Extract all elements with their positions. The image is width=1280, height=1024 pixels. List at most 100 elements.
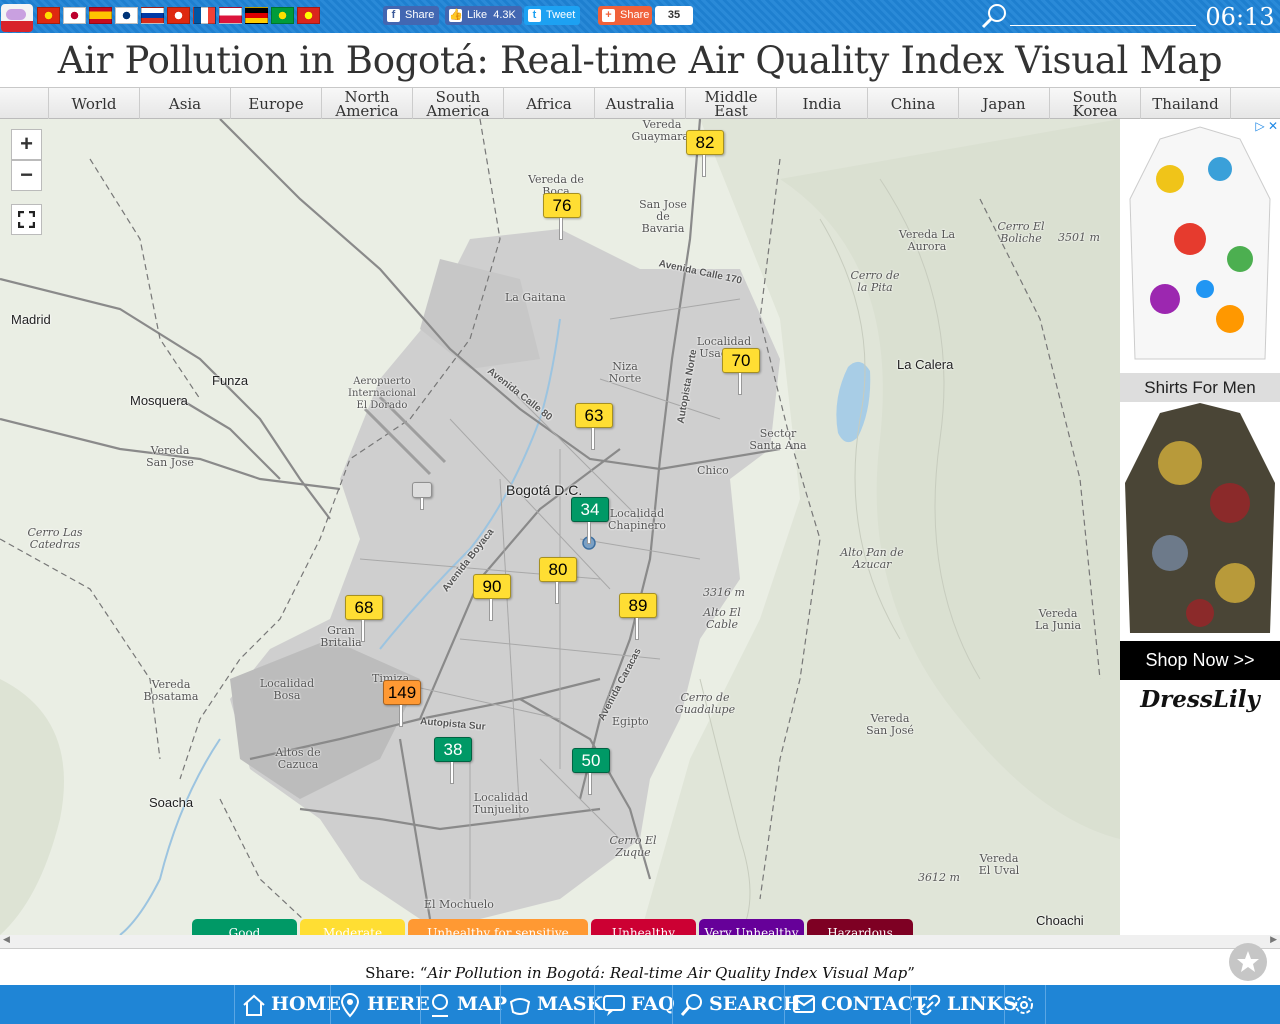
place-label-sector-santa-ana: Sector Santa Ana (749, 427, 807, 452)
poland-flag[interactable] (219, 7, 242, 24)
brazil-flag[interactable] (271, 7, 294, 24)
region-tab-north-america[interactable]: North America (321, 88, 412, 119)
france-flag[interactable] (193, 7, 216, 24)
region-tab-china[interactable]: China (867, 88, 958, 119)
ad-banner[interactable]: ▷ ✕ Shirts For Men Shop Now >> DressLily (1120, 119, 1280, 719)
place-label-localidad-bosa: Localidad Bosa (259, 677, 315, 702)
nav-home[interactable]: HOME (234, 985, 341, 1024)
place-label-funza: Funza (212, 373, 249, 388)
place-label-localidad-chapinero: Localidad Chapinero (607, 507, 667, 532)
nav-contact[interactable]: CONTACT (784, 985, 927, 1024)
germany-flag[interactable] (245, 7, 268, 24)
bottom-nav: HOME HERE MAP MASK FAQ SEARCH CONTACT LI… (0, 985, 1280, 1024)
ad-product-title: Shirts For Men (1120, 373, 1280, 402)
nav-mask[interactable]: MASK (500, 985, 603, 1024)
place-label-aeropuerto: Aeropuerto Internacional El Dorado (348, 376, 416, 411)
russia-flag[interactable] (141, 7, 164, 24)
region-tab-japan[interactable]: Japan (958, 88, 1049, 119)
top-bar: f Share 👍 Like 4.3K t Tweet + Share 35 06:13 (0, 0, 1280, 33)
japan-flag[interactable] (63, 7, 86, 24)
ad-shop-now-button[interactable]: Shop Now >> (1120, 641, 1280, 680)
region-tab-india[interactable]: India (776, 88, 867, 119)
station-marker[interactable]: 38 (434, 737, 472, 787)
station-marker[interactable]: 68 (345, 595, 383, 645)
favorite-button[interactable] (1229, 943, 1267, 981)
scroll-left-arrow-icon[interactable]: ◀ (3, 935, 10, 945)
spain-flag[interactable] (89, 7, 112, 24)
station-aqi-value: 70 (722, 348, 760, 373)
fullscreen-button[interactable] (11, 204, 42, 235)
region-tab-thailand[interactable]: Thailand (1140, 88, 1231, 119)
station-marker[interactable]: 63 (575, 403, 613, 453)
place-label-alto-pan-de-azucar: Alto Pan de Azucar (840, 546, 904, 571)
share-title[interactable]: Air Pollution in Bogotá: Real-time Air Q… (427, 964, 907, 982)
station-marker[interactable]: 34 (571, 497, 609, 547)
tweet-button[interactable]: t Tweet (524, 6, 580, 25)
site-logo[interactable] (1, 4, 33, 32)
nav-here[interactable]: HERE (330, 985, 430, 1024)
station-aqi-value: 50 (572, 748, 610, 773)
facebook-like-button[interactable]: 👍 Like 4.3K (445, 6, 522, 25)
region-tab-africa[interactable]: Africa (503, 88, 594, 119)
ad-choices-icon[interactable]: ▷ ✕ (1248, 119, 1278, 133)
zoom-out-button[interactable]: − (11, 160, 42, 191)
station-marker-stem (702, 155, 706, 177)
station-marker[interactable]: 89 (619, 593, 657, 643)
star-icon (1237, 951, 1259, 972)
place-label-egipto: Egipto (612, 715, 649, 728)
nav-map[interactable]: MAP (420, 985, 507, 1024)
place-label-madrid: Madrid (11, 312, 51, 327)
search-icon (680, 994, 702, 1016)
station-marker-stem (489, 599, 493, 621)
place-label-vereda-la-junia: Vereda La Junia (1034, 607, 1081, 632)
place-label-la-gaitana: La Gaitana (505, 291, 566, 304)
page-title: Air Pollution in Bogotá: Real-time Air Q… (57, 39, 1223, 82)
region-tab-world[interactable]: World (48, 88, 139, 119)
korea-flag[interactable] (115, 7, 138, 24)
station-marker[interactable]: 90 (473, 574, 511, 624)
china-flag[interactable] (37, 7, 60, 24)
nav-links[interactable]: LINKS (910, 985, 1017, 1024)
region-tab-asia[interactable]: Asia (139, 88, 230, 119)
station-marker[interactable]: 149 (383, 680, 421, 730)
place-label-cerro-guadalupe: Cerro de Guadalupe (674, 691, 736, 716)
nav-faq[interactable]: FAQ (594, 985, 675, 1024)
station-marker[interactable]: 80 (539, 557, 577, 607)
title-bar: Air Pollution in Bogotá: Real-time Air Q… (0, 33, 1280, 88)
zoom-in-button[interactable]: + (11, 129, 42, 160)
region-tab-middle-east[interactable]: Middle East (685, 88, 776, 119)
region-tab-south-korea[interactable]: South Korea (1049, 88, 1140, 119)
station-marker[interactable]: 82 (686, 130, 724, 180)
plus-icon: + (602, 9, 615, 22)
station-aqi-value: 80 (539, 557, 577, 582)
addthis-share-button[interactable]: + Share (598, 6, 652, 25)
search-icon[interactable] (980, 3, 1008, 29)
station-marker-stem (559, 218, 563, 240)
region-tab-south-america[interactable]: South America (412, 88, 503, 119)
station-marker-stem (591, 428, 595, 450)
aqi-map[interactable]: + − Madrid Funza Mosquera Bogotá D.C. La… (0, 119, 1120, 935)
region-tab-europe[interactable]: Europe (230, 88, 321, 119)
region-tab-australia[interactable]: Australia (594, 88, 685, 119)
place-label-vereda-san-jose-east: Vereda San José (866, 712, 914, 737)
hong-kong-flag[interactable] (167, 7, 190, 24)
legend-good: Good (192, 919, 297, 935)
station-marker[interactable]: 76 (543, 193, 581, 243)
vietnam-flag[interactable] (297, 7, 320, 24)
twitter-icon: t (528, 9, 541, 22)
scroll-right-arrow-icon[interactable]: ▶ (1270, 935, 1277, 945)
facebook-share-button[interactable]: f Share (383, 6, 439, 25)
station-marker-stem (399, 705, 403, 727)
station-aqi-value: 90 (473, 574, 511, 599)
nav-settings[interactable] (1004, 985, 1046, 1024)
horizontal-scrollbar[interactable]: ◀ ▶ (0, 935, 1280, 949)
station-marker[interactable]: 50 (572, 748, 610, 798)
station-marker-offline[interactable] (412, 482, 434, 532)
place-label-alto-el-cable: Alto El Cable (703, 606, 741, 631)
legend-unhealthy-sensitive: Unhealthy for sensitive groups (408, 919, 588, 935)
nav-search[interactable]: SEARCH (672, 985, 801, 1024)
mask-icon (509, 998, 531, 1015)
station-marker[interactable]: 70 (722, 348, 760, 398)
station-marker-stem (588, 773, 592, 795)
city-search-input[interactable] (1010, 6, 1196, 26)
